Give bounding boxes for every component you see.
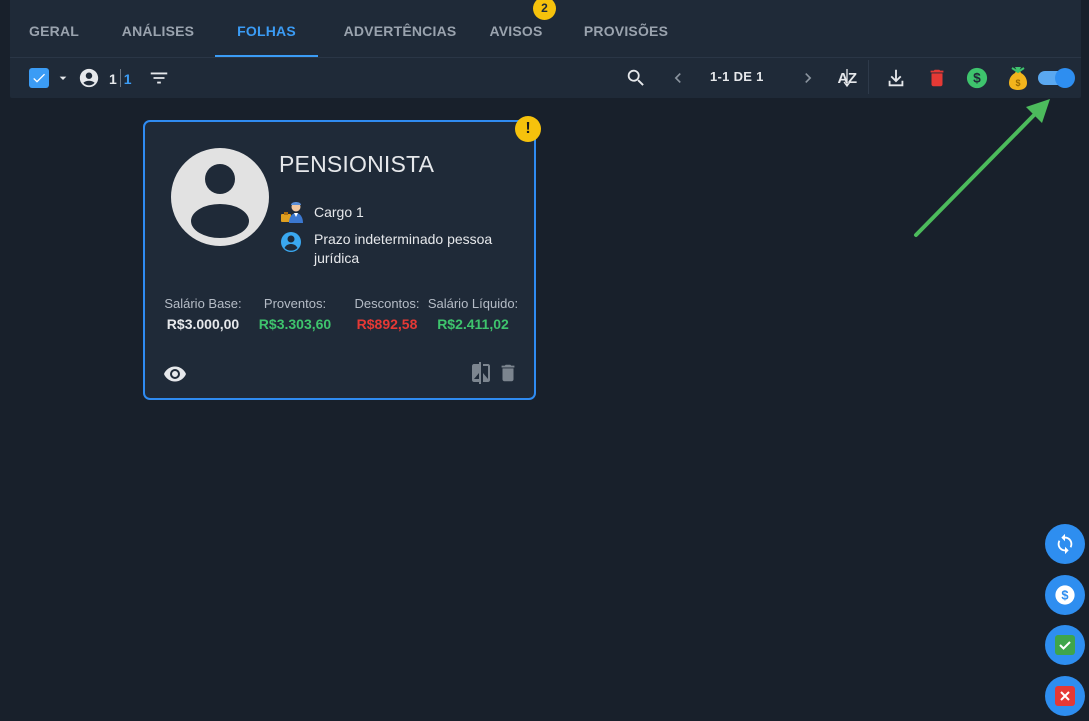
role-text: Cargo 1 <box>314 204 364 220</box>
person-icon <box>191 164 249 238</box>
view-button[interactable] <box>163 362 187 391</box>
trash-icon <box>501 364 515 382</box>
toolbar-divider <box>868 60 869 94</box>
tab-folhas[interactable]: FOLHAS <box>215 0 318 58</box>
refresh-icon <box>1057 533 1073 555</box>
check-icon <box>1055 635 1075 655</box>
tab-advertencias[interactable]: ADVERTÊNCIAS <box>330 0 470 58</box>
stat-label: Salário Líquido: <box>427 296 519 311</box>
warning-badge[interactable]: ! <box>515 116 541 142</box>
active-tab-indicator <box>215 55 318 57</box>
payment-fab[interactable]: $ <box>1045 575 1085 615</box>
money-bag-icon: $ <box>1009 67 1027 90</box>
worker-emoji-icon <box>281 202 303 223</box>
stat-salario-base: Salário Base: R$3.000,00 <box>163 296 243 332</box>
eye-icon <box>164 366 186 382</box>
search-button[interactable] <box>624 66 648 90</box>
trash-icon <box>930 69 944 87</box>
filter-button[interactable] <box>148 67 170 89</box>
compare-icon <box>472 362 490 384</box>
stat-value: R$3.000,00 <box>166 316 240 332</box>
stat-value: R$892,58 <box>356 316 418 332</box>
caret-down-icon <box>59 76 67 80</box>
compare-button[interactable] <box>469 361 493 390</box>
tab-provisoes[interactable]: PROVISÕES <box>578 0 674 58</box>
svg-text:$: $ <box>973 71 981 86</box>
sort-button[interactable]: AZ <box>834 66 860 90</box>
download-button[interactable] <box>884 66 908 90</box>
stat-label: Proventos: <box>263 296 327 311</box>
toolbar: 11 1-1 DE 1 AZ $ $ <box>10 58 1081 98</box>
reject-fab[interactable] <box>1045 676 1085 716</box>
stat-value: R$2.411,02 <box>437 316 509 332</box>
role-row: Cargo 1 <box>279 200 364 224</box>
svg-text:$: $ <box>1061 588 1068 603</box>
check-icon <box>33 73 45 83</box>
tab-geral[interactable]: GERAL <box>10 0 98 58</box>
stat-label: Descontos: <box>354 296 420 311</box>
dollar-icon: $ <box>966 67 988 89</box>
delete-card-button[interactable] <box>497 361 519 390</box>
stat-proventos: Proventos: R$3.303,60 <box>255 296 335 332</box>
next-page-button[interactable] <box>797 67 819 89</box>
select-all-checkbox[interactable] <box>29 68 49 88</box>
top-bar: GERAL ANÁLISES FOLHAS ADVERTÊNCIAS AVISO… <box>10 0 1081 98</box>
delete-all-button[interactable] <box>925 66 949 90</box>
close-icon <box>1055 686 1075 706</box>
salary-stats: Salário Base: R$3.000,00 Proventos: R$3.… <box>163 296 523 336</box>
employee-card[interactable]: ! PENSIONISTA Cargo 1 Prazo indeterminad… <box>143 116 541 400</box>
account-circle-icon <box>79 68 99 88</box>
refresh-fab[interactable] <box>1045 524 1085 564</box>
selected-count: 1 <box>109 71 117 87</box>
stat-value: R$3.303,60 <box>258 316 332 332</box>
stat-salario-liquido: Salário Líquido: R$2.411,02 <box>427 296 519 332</box>
total-count: 1 <box>123 71 132 87</box>
chevron-left-icon <box>674 73 681 83</box>
payment-button[interactable]: $ <box>965 66 989 90</box>
download-icon <box>888 69 904 87</box>
stat-descontos: Descontos: R$892,58 <box>347 296 427 332</box>
tab-avisos-badge: 2 <box>533 0 556 20</box>
svg-text:$: $ <box>1015 78 1020 88</box>
previous-page-button[interactable] <box>667 67 689 89</box>
search-icon <box>627 69 644 86</box>
select-menu-button[interactable] <box>55 70 71 86</box>
tab-analises[interactable]: ANÁLISES <box>108 0 208 58</box>
account-icon <box>281 232 301 252</box>
contract-row: Prazo indeterminado pessoa jurídica <box>279 230 519 268</box>
toggle-knob <box>1055 68 1075 88</box>
avatar <box>171 148 269 246</box>
tab-bar: GERAL ANÁLISES FOLHAS ADVERTÊNCIAS AVISO… <box>10 0 1081 58</box>
stat-label: Salário Base: <box>164 296 242 311</box>
selection-counter: 11 <box>109 69 132 87</box>
filter-icon <box>150 72 168 84</box>
chevron-right-icon <box>805 73 812 83</box>
account-filter-button[interactable] <box>78 67 100 89</box>
bonus-button[interactable]: $ <box>1006 64 1030 92</box>
dollar-icon: $ <box>1055 585 1075 605</box>
sort-arrow-icon <box>843 69 851 88</box>
approve-fab[interactable] <box>1045 625 1085 665</box>
view-toggle-switch[interactable] <box>1038 68 1075 88</box>
pagination-text: 1-1 DE 1 <box>710 69 764 84</box>
employee-name: PENSIONISTA <box>279 151 435 177</box>
contract-text: Prazo indeterminado pessoa jurídica <box>314 231 493 266</box>
